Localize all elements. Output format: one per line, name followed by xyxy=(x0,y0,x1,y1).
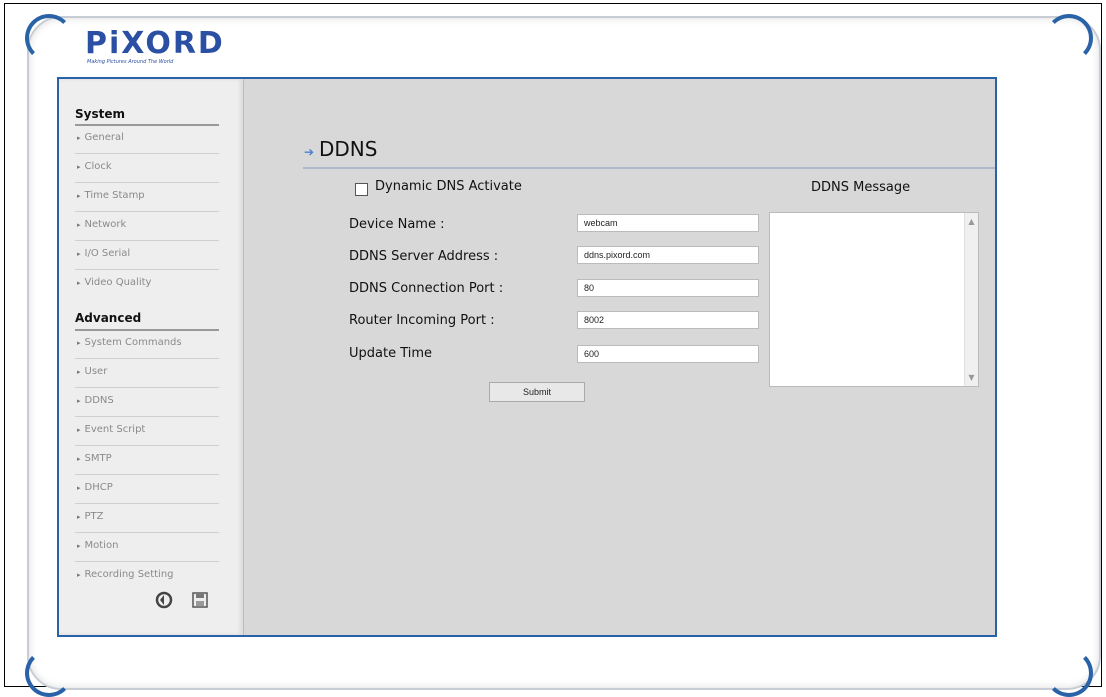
sidebar-item-smtp[interactable]: ▸ SMTP xyxy=(75,446,219,475)
sidebar-item-label: DHCP xyxy=(84,482,113,493)
sidebar-item-network[interactable]: ▸ Network xyxy=(75,212,219,241)
sidebar-item-event-script[interactable]: ▸ Event Script xyxy=(75,417,219,446)
sidebar-item-user[interactable]: ▸ User xyxy=(75,359,219,388)
bullet-icon: ▸ xyxy=(77,368,81,376)
sidebar-item-clock[interactable]: ▸ Clock xyxy=(75,154,219,183)
sidebar-item-label: Video Quality xyxy=(84,277,152,288)
corner-decoration xyxy=(1045,649,1093,697)
sidebar-item-general[interactable]: ▸ General xyxy=(75,125,219,154)
sidebar-item-ptz[interactable]: ▸ PTZ xyxy=(75,504,219,533)
sidebar-item-label: Network xyxy=(84,219,127,230)
title-divider xyxy=(303,167,995,169)
sidebar: System ▸ General ▸ Clock ▸ Time Stamp ▸ Netw… xyxy=(59,79,244,635)
sidebar-item-video-quality[interactable]: ▸ Video Quality xyxy=(75,270,219,299)
sidebar-item-label: System Commands xyxy=(84,337,182,348)
page-title: DDNS xyxy=(319,137,378,161)
sidebar-item-label: Clock xyxy=(84,161,112,172)
ddns-server-address-label: DDNS Server Address : xyxy=(349,249,499,264)
ddns-activate-label: Dynamic DNS Activate xyxy=(375,179,522,194)
sidebar-item-label: Motion xyxy=(84,540,119,551)
router-incoming-port-label: Router Incoming Port : xyxy=(349,313,495,328)
bullet-icon: ▸ xyxy=(77,339,81,347)
sidebar-item-label: PTZ xyxy=(84,511,104,522)
ddns-activate-checkbox[interactable] xyxy=(355,183,368,196)
sidebar-item-label: Time Stamp xyxy=(84,190,145,201)
main-panel: System ▸ General ▸ Clock ▸ Time Stamp ▸ Netw… xyxy=(57,77,997,637)
bullet-icon: ▸ xyxy=(77,426,81,434)
bullet-icon: ▸ xyxy=(77,513,81,521)
router-incoming-port-field[interactable] xyxy=(577,311,759,329)
sidebar-item-ddns[interactable]: ▸ DDNS xyxy=(75,388,219,417)
sidebar-item-motion[interactable]: ▸ Motion xyxy=(75,533,219,562)
bullet-icon: ▸ xyxy=(77,484,81,492)
corner-decoration xyxy=(25,14,73,62)
ddns-message-textarea[interactable]: ▲ ▼ xyxy=(769,212,979,387)
sidebar-item-label: User xyxy=(84,366,108,377)
bullet-icon: ▸ xyxy=(77,163,81,171)
brand-logo: PiXORD xyxy=(85,26,225,61)
window-frame: PiXORD Making Pictures Around The World … xyxy=(4,3,1102,697)
brand-tagline: Making Pictures Around The World xyxy=(87,59,174,65)
sidebar-item-recording-setting[interactable]: ▸ Recording Setting xyxy=(75,562,219,591)
sidebar-item-label: General xyxy=(84,132,124,143)
update-time-label: Update Time xyxy=(349,346,433,361)
device-name-field[interactable] xyxy=(577,214,759,232)
ddns-message-title: DDNS Message xyxy=(811,180,911,195)
ddns-server-address-field[interactable] xyxy=(577,246,759,264)
sidebar-item-label: I/O Serial xyxy=(84,248,131,259)
bullet-icon: ▸ xyxy=(77,221,81,229)
sidebar-item-system-commands[interactable]: ▸ System Commands xyxy=(75,330,219,359)
ddns-connection-port-label: DDNS Connection Port : xyxy=(349,281,504,296)
bullet-icon: ▸ xyxy=(77,134,81,142)
submit-button[interactable]: Submit xyxy=(489,382,585,402)
corner-decoration xyxy=(25,649,73,697)
ddns-connection-port-field[interactable] xyxy=(577,279,759,297)
scroll-up-icon[interactable]: ▲ xyxy=(965,215,978,228)
bullet-icon: ▸ xyxy=(77,250,81,258)
sidebar-item-label: SMTP xyxy=(84,453,112,464)
message-scrollbar[interactable]: ▲ ▼ xyxy=(964,213,978,386)
bullet-icon: ▸ xyxy=(77,192,81,200)
sidebar-item-label: DDNS xyxy=(84,395,114,406)
bullet-icon: ▸ xyxy=(77,279,81,287)
device-name-label: Device Name : xyxy=(349,217,445,232)
sidebar-item-io-serial[interactable]: ▸ I/O Serial xyxy=(75,241,219,270)
update-time-field[interactable] xyxy=(577,345,759,363)
scroll-down-icon[interactable]: ▼ xyxy=(965,371,978,384)
ddns-message-text xyxy=(770,213,978,221)
bullet-icon: ▸ xyxy=(77,455,81,463)
sidebar-item-dhcp[interactable]: ▸ DHCP xyxy=(75,475,219,504)
section-title-advanced: Advanced xyxy=(75,311,142,325)
sidebar-item-time-stamp[interactable]: ▸ Time Stamp xyxy=(75,183,219,212)
title-arrow-icon: ➔ xyxy=(304,145,315,159)
save-icon[interactable] xyxy=(191,591,209,609)
bullet-icon: ▸ xyxy=(77,397,81,405)
bullet-icon: ▸ xyxy=(77,571,81,579)
bullet-icon: ▸ xyxy=(77,542,81,550)
sidebar-item-label: Event Script xyxy=(84,424,146,435)
back-arrow-icon[interactable] xyxy=(155,591,173,609)
sidebar-item-label: Recording Setting xyxy=(84,569,174,580)
section-title-system: System xyxy=(75,107,125,121)
corner-decoration xyxy=(1045,14,1093,62)
